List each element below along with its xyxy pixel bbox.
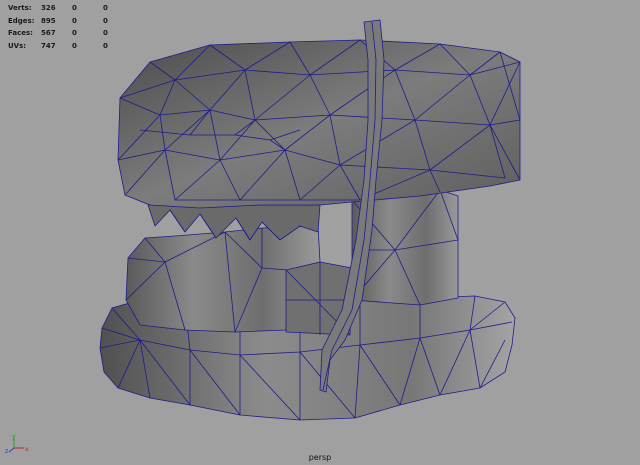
hud-value: 895 xyxy=(41,16,56,25)
hud-value: 0 xyxy=(72,4,77,12)
hud-label: UVs: xyxy=(8,41,27,50)
hud-value: 0 xyxy=(103,4,108,12)
hud-value: 0 xyxy=(72,29,77,37)
poly-count-hud: Verts: 326 0 0 Edges: 895 0 0 Faces: 567… xyxy=(8,2,134,52)
hud-value: 326 xyxy=(41,4,56,12)
hud-value: 747 xyxy=(41,41,56,50)
camera-name-label: persp xyxy=(308,453,332,462)
axis-x-label: x xyxy=(25,446,29,453)
hud-value: 0 xyxy=(103,29,108,37)
axis-y-label: y xyxy=(12,434,16,440)
hud-row-edges: Edges: 895 0 0 xyxy=(8,15,134,28)
hud-value: 567 xyxy=(41,29,56,37)
axis-gizmo-icon: x y z xyxy=(5,434,29,454)
hud-value: 0 xyxy=(103,16,108,25)
mesh-wireframe-model[interactable] xyxy=(0,0,640,465)
hud-row-uvs: UVs: 747 0 0 xyxy=(8,40,134,53)
hud-row-verts: Verts: 326 0 0 xyxy=(8,2,134,15)
hud-value: 0 xyxy=(72,16,77,25)
hud-label: Faces: xyxy=(8,29,33,37)
3d-viewport[interactable]: Verts: 326 0 0 Edges: 895 0 0 Faces: 567… xyxy=(0,0,640,465)
hud-label: Verts: xyxy=(8,4,32,12)
hud-row-faces: Faces: 567 0 0 xyxy=(8,27,134,40)
hud-label: Edges: xyxy=(8,16,35,25)
hud-value: 0 xyxy=(103,41,108,50)
hud-value: 0 xyxy=(72,41,77,50)
